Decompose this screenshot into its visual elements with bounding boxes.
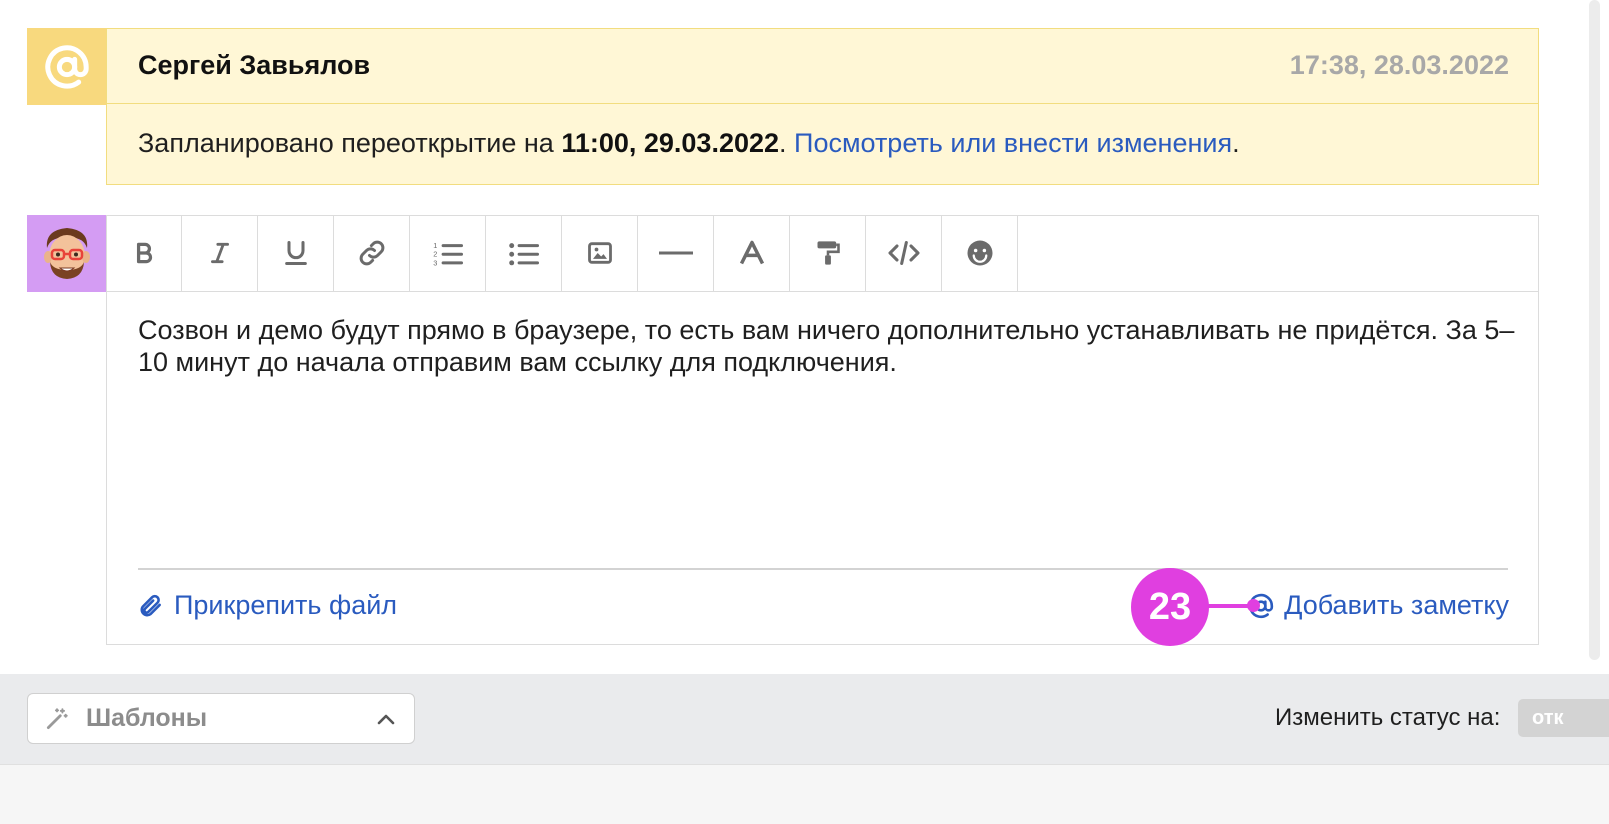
change-status-label: Изменить статус на:: [1275, 704, 1501, 731]
templates-dropdown[interactable]: Шаблоны: [27, 693, 415, 744]
editor-divider: [138, 568, 1508, 570]
link-icon: [359, 240, 384, 266]
editor-toolbar: 123: [106, 215, 1539, 292]
text-color-button[interactable]: [714, 215, 790, 291]
attach-file-link[interactable]: Прикрепить файл: [138, 590, 397, 621]
italic-button[interactable]: [182, 215, 258, 291]
code-icon: [887, 240, 920, 266]
code-button[interactable]: [866, 215, 942, 291]
format-paint-icon: [817, 241, 840, 265]
scrollbar-thumb[interactable]: [1589, 0, 1600, 660]
memoji-avatar-icon: [43, 227, 90, 279]
image-icon: [587, 242, 612, 264]
bullet-list-icon: [508, 243, 539, 266]
paperclip-icon: [140, 594, 161, 616]
bold-button[interactable]: [106, 215, 182, 291]
chevron-up-icon: [376, 712, 396, 726]
horizontal-rule-icon: [658, 251, 693, 255]
add-note-label: Добавить заметку: [1284, 590, 1509, 620]
italic-icon: [210, 242, 229, 264]
at-sign-icon: [44, 44, 89, 89]
add-note-link[interactable]: Добавить заметку: [1248, 590, 1509, 621]
note-text-dot: .: [779, 128, 795, 158]
ordered-list-button[interactable]: 123: [410, 215, 486, 291]
view-or-edit-link[interactable]: Посмотреть или внести изменения: [794, 128, 1232, 158]
note-timestamp: 17:38, 28.03.2022: [1289, 50, 1509, 80]
attach-file-label: Прикрепить файл: [174, 590, 398, 620]
underline-button[interactable]: [258, 215, 334, 291]
magic-wand-icon: [46, 707, 68, 729]
text-color-icon: [739, 240, 764, 265]
callout-pointer: [1247, 599, 1260, 612]
emoji-button[interactable]: [942, 215, 1018, 291]
bottom-strip: [0, 764, 1609, 824]
image-button[interactable]: [562, 215, 638, 291]
horizontal-rule-button[interactable]: [638, 215, 714, 291]
svg-text:3: 3: [433, 258, 437, 267]
status-button-open[interactable]: отк: [1518, 699, 1609, 737]
note-text: Запланировано переоткрытие на 11:00, 29.…: [138, 128, 1240, 159]
emoji-icon: [967, 240, 992, 266]
templates-label: Шаблоны: [86, 704, 208, 732]
underline-icon: [284, 240, 307, 266]
note-text-prefix: Запланировано переоткрытие на: [138, 128, 562, 158]
note-text-suffix: .: [1232, 128, 1240, 158]
callout-number-badge: 23: [1131, 568, 1209, 646]
format-paint-button[interactable]: [790, 215, 866, 291]
note-type-badge: [27, 28, 106, 105]
editor-content[interactable]: Созвон и демо будут прямо в браузере, то…: [138, 314, 1518, 378]
bullet-list-button[interactable]: [486, 215, 562, 291]
note-author: Сергей Завьялов: [138, 50, 371, 80]
avatar: [27, 215, 106, 292]
ordered-list-icon: 123: [433, 241, 463, 267]
bold-icon: [136, 242, 152, 264]
link-button[interactable]: [334, 215, 410, 291]
note-reopen-datetime: 11:00, 29.03.2022: [561, 128, 780, 158]
